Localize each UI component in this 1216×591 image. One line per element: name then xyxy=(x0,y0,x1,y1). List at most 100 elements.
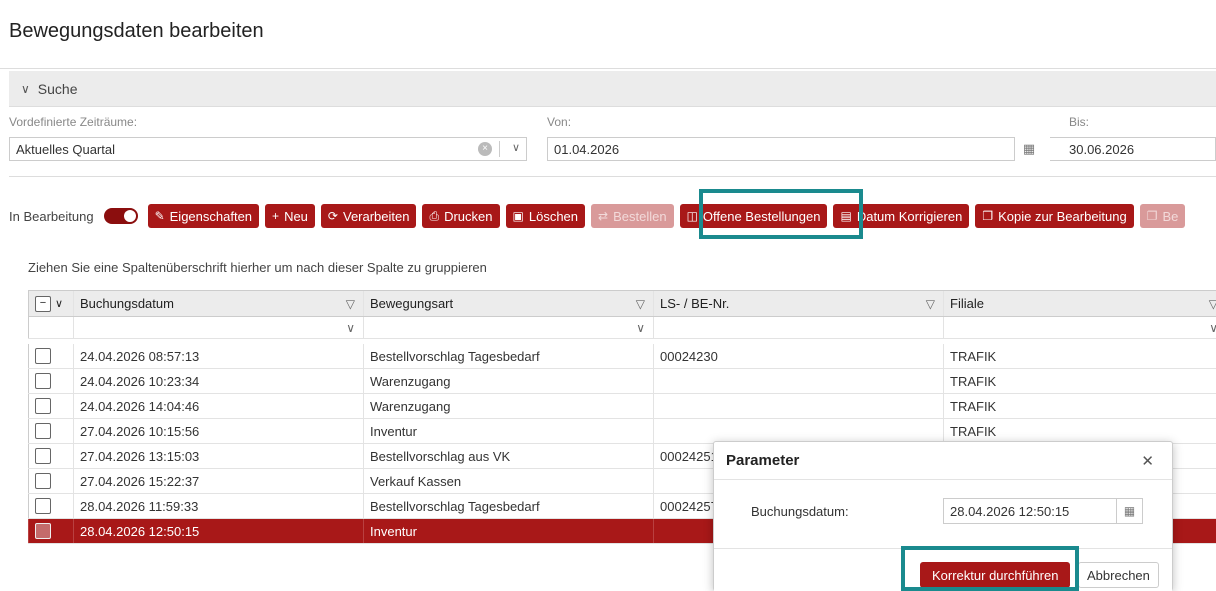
chevron-down-icon[interactable]: ∨ xyxy=(55,297,63,310)
more-button-label: Be xyxy=(1162,208,1179,224)
select-all-checkbox[interactable]: − xyxy=(35,295,51,312)
trash-icon: ▣ xyxy=(512,209,524,223)
properties-button[interactable]: ✎ Eigenschaften xyxy=(147,204,260,228)
filter-cell-buchungsdatum[interactable]: ∨ xyxy=(73,317,363,338)
copy-icon: ❐ xyxy=(1146,209,1158,223)
row-checkbox[interactable] xyxy=(35,473,51,489)
delete-button-label: Löschen xyxy=(528,208,579,224)
filter-icon[interactable]: ▽ xyxy=(926,297,935,311)
cell-buchungsdatum: 24.04.2026 14:04:46 xyxy=(73,394,363,418)
filter-cell xyxy=(28,317,73,338)
title-divider xyxy=(0,68,1216,69)
to-date-value: 30.06.2026 xyxy=(1069,141,1135,157)
filter-cell-ls-be-nr[interactable] xyxy=(653,317,943,338)
delete-button[interactable]: ▣ Löschen xyxy=(505,204,586,228)
cart-icon: ⇄ xyxy=(598,209,609,223)
row-checkbox[interactable] xyxy=(35,448,51,464)
chevron-down-icon[interactable]: ∨ xyxy=(512,141,520,154)
row-checkbox[interactable] xyxy=(35,423,51,439)
grid-header-row: − ∨ Buchungsdatum ▽ Bewegungsart ▽ LS- /… xyxy=(28,290,1216,317)
cell-filiale: TRAFIK xyxy=(943,369,1216,393)
col-header-label: LS- / BE-Nr. xyxy=(660,296,730,311)
predefined-range-select[interactable]: Aktuelles Quartal × ∨ xyxy=(9,137,527,161)
row-checkbox[interactable] xyxy=(35,523,51,539)
cell-bewegungsart: Warenzugang xyxy=(363,394,653,418)
order-button[interactable]: ⇄ Bestellen xyxy=(591,204,674,228)
to-date-input[interactable]: 30.06.2026 xyxy=(1050,137,1216,161)
search-panel-header[interactable]: ∨ Suche xyxy=(9,71,1216,107)
calendar-icon[interactable]: ▦ xyxy=(1018,138,1040,160)
refresh-icon: ⟳ xyxy=(327,209,338,223)
copy-edit-button[interactable]: ❐ Kopie zur Bearbeitung xyxy=(975,204,1134,228)
filter-cell-bewegungsart[interactable]: ∨ xyxy=(363,317,653,338)
copy-icon: ❐ xyxy=(982,209,994,223)
clear-icon[interactable]: × xyxy=(478,142,492,156)
from-date-label: Von: xyxy=(547,115,572,129)
more-button[interactable]: ❐ Be xyxy=(1139,204,1186,228)
select-all-cell: − ∨ xyxy=(28,291,76,316)
calendar-icon[interactable]: ▦ xyxy=(1116,499,1142,523)
cell-buchungsdatum: 24.04.2026 08:57:13 xyxy=(73,344,363,368)
dialog-title: Parameter xyxy=(714,442,1172,480)
row-checkbox[interactable] xyxy=(35,398,51,414)
table-row[interactable]: 24.04.2026 10:23:34 Warenzugang TRAFIK xyxy=(28,369,1216,394)
copy-edit-button-label: Kopie zur Bearbeitung xyxy=(998,208,1127,224)
cell-buchungsdatum: 27.04.2026 13:15:03 xyxy=(73,444,363,468)
cell-buchungsdatum: 24.04.2026 10:23:34 xyxy=(73,369,363,393)
grid-filter-row: ∨ ∨ ∨ xyxy=(28,317,1216,339)
cell-ls-be-nr xyxy=(653,394,943,418)
cell-bewegungsart: Bestellvorschlag Tagesbedarf xyxy=(363,494,653,518)
filter-icon[interactable]: ▽ xyxy=(1209,297,1216,311)
cell-ls-be-nr xyxy=(653,369,943,393)
print-button[interactable]: ⎙ Drucken xyxy=(422,204,500,228)
row-checkbox-cell xyxy=(28,519,73,543)
page-title: Bewegungsdaten bearbeiten xyxy=(9,20,264,42)
row-checkbox[interactable] xyxy=(35,373,51,389)
cell-ls-be-nr xyxy=(653,419,943,443)
filter-icon[interactable]: ▽ xyxy=(346,297,355,311)
col-header-ls-be-nr[interactable]: LS- / BE-Nr. ▽ xyxy=(653,291,943,316)
chevron-down-icon[interactable]: ∨ xyxy=(346,321,355,335)
in-edit-toggle[interactable] xyxy=(103,208,138,224)
col-header-bewegungsart[interactable]: Bewegungsart ▽ xyxy=(363,291,653,316)
filter-icon[interactable]: ▽ xyxy=(636,297,645,311)
row-checkbox-cell xyxy=(28,469,73,493)
row-checkbox-cell xyxy=(28,344,73,368)
new-button[interactable]: + Neu xyxy=(265,204,315,228)
cell-buchungsdatum: 28.04.2026 12:50:15 xyxy=(73,519,363,543)
select-divider xyxy=(499,141,500,157)
row-checkbox-cell xyxy=(28,369,73,393)
search-panel-title: Suche xyxy=(37,80,78,97)
chevron-down-icon[interactable]: ∨ xyxy=(636,321,645,335)
cell-bewegungsart: Verkauf Kassen xyxy=(363,469,653,493)
highlight-apply-correction xyxy=(901,546,1079,591)
correct-date-button-label: Datum Korrigieren xyxy=(856,208,963,224)
from-date-input[interactable]: 01.04.2026 xyxy=(547,137,1015,161)
cell-buchungsdatum: 27.04.2026 10:15:56 xyxy=(73,419,363,443)
predefined-range-value: Aktuelles Quartal xyxy=(16,141,115,157)
cell-ls-be-nr: 00024230 xyxy=(653,344,943,368)
row-checkbox-cell xyxy=(28,444,73,468)
cell-bewegungsart: Bestellvorschlag aus VK xyxy=(363,444,653,468)
close-icon[interactable]: ✕ xyxy=(1141,452,1154,470)
from-date-value: 01.04.2026 xyxy=(554,141,620,157)
col-header-buchungsdatum[interactable]: Buchungsdatum ▽ xyxy=(73,291,363,316)
col-header-filiale[interactable]: Filiale ▽ xyxy=(943,291,1216,316)
table-row[interactable]: 24.04.2026 14:04:46 Warenzugang TRAFIK xyxy=(28,394,1216,419)
cell-bewegungsart: Bestellvorschlag Tagesbedarf xyxy=(363,344,653,368)
col-header-label: Bewegungsart xyxy=(370,296,454,311)
booking-date-input[interactable]: 28.04.2026 12:50:15 ▦ xyxy=(943,498,1143,524)
cell-buchungsdatum: 28.04.2026 11:59:33 xyxy=(73,494,363,518)
process-button[interactable]: ⟳ Verarbeiten xyxy=(320,204,417,228)
row-checkbox-cell xyxy=(28,494,73,518)
table-row[interactable]: 24.04.2026 08:57:13 Bestellvorschlag Tag… xyxy=(28,344,1216,369)
properties-button-label: Eigenschaften xyxy=(169,208,253,224)
chevron-down-icon[interactable]: ∨ xyxy=(1209,321,1216,335)
cancel-button[interactable]: Abbrechen xyxy=(1078,562,1159,588)
row-checkbox[interactable] xyxy=(35,498,51,514)
group-hint: Ziehen Sie eine Spaltenüberschrift hierh… xyxy=(28,260,487,275)
row-checkbox[interactable] xyxy=(35,348,51,364)
cell-filiale: TRAFIK xyxy=(943,394,1216,418)
filter-cell-filiale[interactable]: ∨ xyxy=(943,317,1216,338)
cell-bewegungsart: Inventur xyxy=(363,519,653,543)
